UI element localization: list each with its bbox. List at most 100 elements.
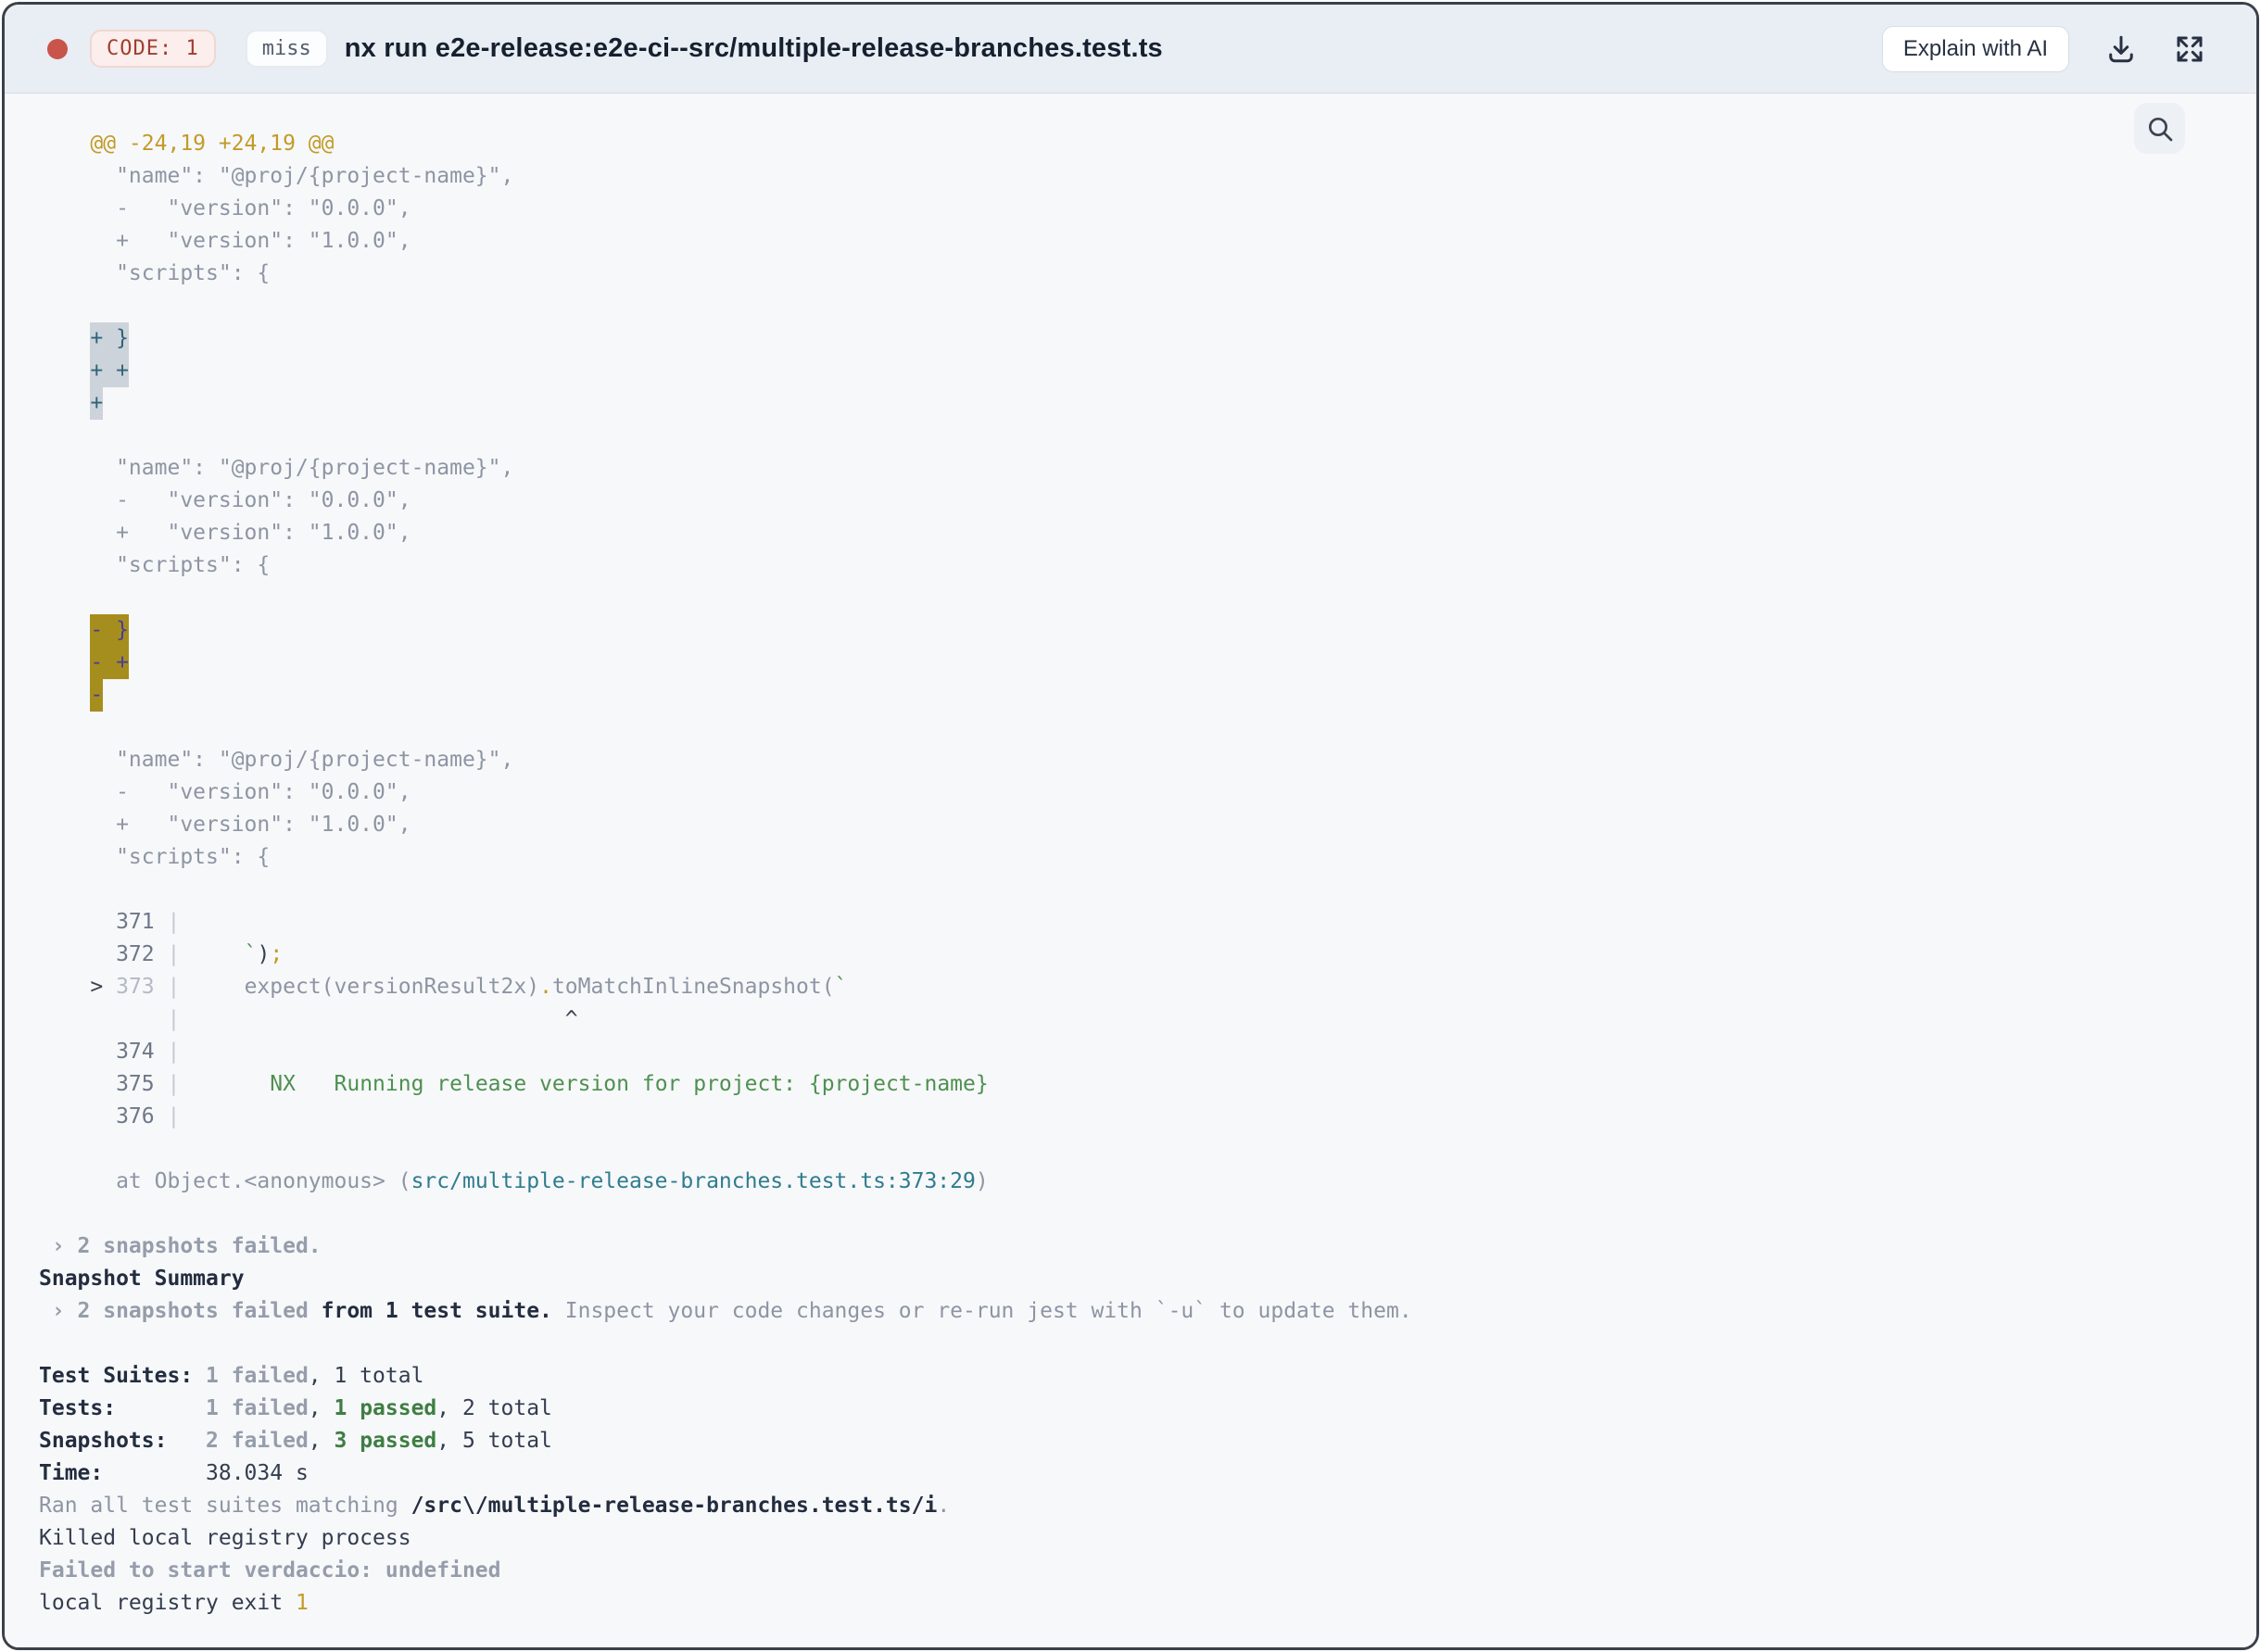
terminal-segment: , 5 total (436, 1429, 552, 1453)
terminal-segment: › 2 snapshots failed. (39, 1234, 322, 1258)
terminal-segment: | (167, 1104, 181, 1129)
terminal-segment: | (167, 942, 181, 966)
terminal-segment: | (167, 1007, 181, 1031)
terminal-segment: Test Suites: (39, 1364, 207, 1388)
terminal-segment: Failed to start verdaccio: undefined (39, 1558, 501, 1583)
terminal-segment: ) (975, 1169, 989, 1193)
terminal-line: local registry exit 1 (39, 1587, 2219, 1620)
terminal-line: › 2 snapshots failed. (39, 1230, 2219, 1263)
terminal-line: - "version": "0.0.0", (39, 485, 2219, 517)
terminal-segment: | (167, 910, 181, 934)
cache-miss-badge: miss (245, 30, 328, 68)
terminal-line: › 2 snapshots failed from 1 test suite. … (39, 1295, 2219, 1328)
terminal-segment: expect(versionResult2x) (180, 975, 540, 999)
terminal-segment: 373 (116, 975, 168, 999)
terminal-line: + } (39, 322, 2219, 355)
terminal-segment: "scripts": { (39, 845, 271, 869)
terminal-segment: , (308, 1429, 335, 1453)
terminal-segment: Snapshots: (39, 1429, 207, 1453)
terminal-line: + "version": "1.0.0", (39, 225, 2219, 258)
terminal-segment: Killed local registry process (39, 1526, 411, 1550)
terminal-segment: "name": "@proj/{project-name}", (39, 748, 514, 772)
terminal-segment: Ran all test suites matching (39, 1494, 411, 1518)
terminal-segment: - "version": "0.0.0", (39, 196, 411, 221)
terminal-segment: + "version": "1.0.0", (39, 813, 411, 837)
terminal-segment: "name": "@proj/{project-name}", (39, 164, 514, 188)
terminal-segment: , 2 total (436, 1396, 552, 1420)
terminal-segment: @@ -24,19 +24,19 @@ (39, 132, 335, 156)
terminal-segment: "name": "@proj/{project-name}", (39, 456, 514, 480)
terminal-segment: + } (90, 322, 129, 355)
terminal-segment: , 1 total (308, 1364, 424, 1388)
header-actions: Explain with AI (1881, 25, 2206, 72)
expand-icon (2173, 32, 2206, 66)
terminal-segment: ^ (180, 1007, 578, 1031)
terminal-segment (39, 359, 90, 383)
terminal-segment: src/multiple-release-branches.test.ts:37… (411, 1169, 976, 1193)
terminal-segment: - (90, 679, 104, 712)
terminal-segment: 38.034 s (206, 1461, 309, 1485)
terminal-line: Snapshot Summary (39, 1263, 2219, 1295)
terminal-segment: at Object.<anonymous> ( (39, 1169, 411, 1193)
terminal-line: 375 | NX Running release version for pro… (39, 1068, 2219, 1101)
terminal-line: Time: 38.034 s (39, 1457, 2219, 1490)
terminal-line: "name": "@proj/{project-name}", (39, 160, 2219, 193)
terminal-line: - (39, 679, 2219, 712)
fullscreen-button[interactable] (2173, 32, 2206, 66)
terminal-line: "scripts": { (39, 258, 2219, 290)
header-bar: CODE: 1 miss nx run e2e-release:e2e-ci--… (5, 5, 2256, 94)
terminal-line: - "version": "0.0.0", (39, 776, 2219, 809)
terminal-line: 376 | (39, 1101, 2219, 1133)
terminal-segment: from 1 test suite. (308, 1299, 552, 1323)
terminal-line: Snapshots: 2 failed, 3 passed, 5 total (39, 1425, 2219, 1457)
terminal-line: 374 | (39, 1036, 2219, 1068)
terminal-segment (39, 326, 90, 350)
terminal-segment: 372 (39, 942, 168, 966)
terminal-panel[interactable]: @@ -24,19 +24,19 @@ "name": "@proj/{proj… (5, 94, 2256, 1647)
terminal-segment (39, 650, 90, 675)
terminal-segment: Snapshot Summary (39, 1267, 245, 1291)
terminal-segment: + "version": "1.0.0", (39, 521, 411, 545)
terminal-line: @@ -24,19 +24,19 @@ (39, 128, 2219, 160)
terminal-segment (39, 1007, 167, 1031)
download-button[interactable] (2104, 32, 2138, 66)
explain-with-ai-button[interactable]: Explain with AI (1881, 25, 2069, 72)
terminal-segment: - "version": "0.0.0", (39, 780, 411, 804)
terminal-segment: + "version": "1.0.0", (39, 229, 411, 253)
terminal-segment: 1 passed (334, 1396, 437, 1420)
terminal-line: 371 | (39, 906, 2219, 939)
terminal-line: - } (39, 614, 2219, 647)
terminal-segment: 376 (39, 1104, 168, 1129)
terminal-line: - "version": "0.0.0", (39, 193, 2219, 225)
terminal-segment: - } (90, 614, 129, 647)
task-title: nx run e2e-release:e2e-ci--src/multiple-… (344, 33, 1163, 63)
terminal-segment (39, 391, 90, 415)
terminal-line: + "version": "1.0.0", (39, 517, 2219, 549)
terminal-line: "name": "@proj/{project-name}", (39, 744, 2219, 776)
terminal-segment: toMatchInlineSnapshot( (551, 975, 835, 999)
terminal-line: Ran all test suites matching /src\/multi… (39, 1490, 2219, 1522)
terminal-segment: "scripts": { (39, 553, 271, 577)
terminal-segment: Inspect your code changes or re-run jest… (551, 1299, 1412, 1323)
search-button[interactable] (2134, 103, 2185, 154)
terminal-segment: › 2 snapshots failed (39, 1299, 309, 1323)
exit-code-badge: CODE: 1 (90, 30, 216, 68)
search-icon (2145, 114, 2175, 144)
terminal-segment: . (539, 975, 552, 999)
terminal-segment: ; (270, 942, 284, 966)
terminal-segment: | (167, 975, 181, 999)
terminal-segment: - + (90, 647, 129, 679)
terminal-line: Killed local registry process (39, 1522, 2219, 1555)
terminal-line: | ^ (39, 1003, 2219, 1036)
terminal-segment: 374 (39, 1040, 168, 1064)
terminal-segment: , (308, 1396, 335, 1420)
terminal-segment: + (90, 387, 104, 420)
terminal-line: Failed to start verdaccio: undefined (39, 1555, 2219, 1587)
terminal-line: + + (39, 355, 2219, 387)
